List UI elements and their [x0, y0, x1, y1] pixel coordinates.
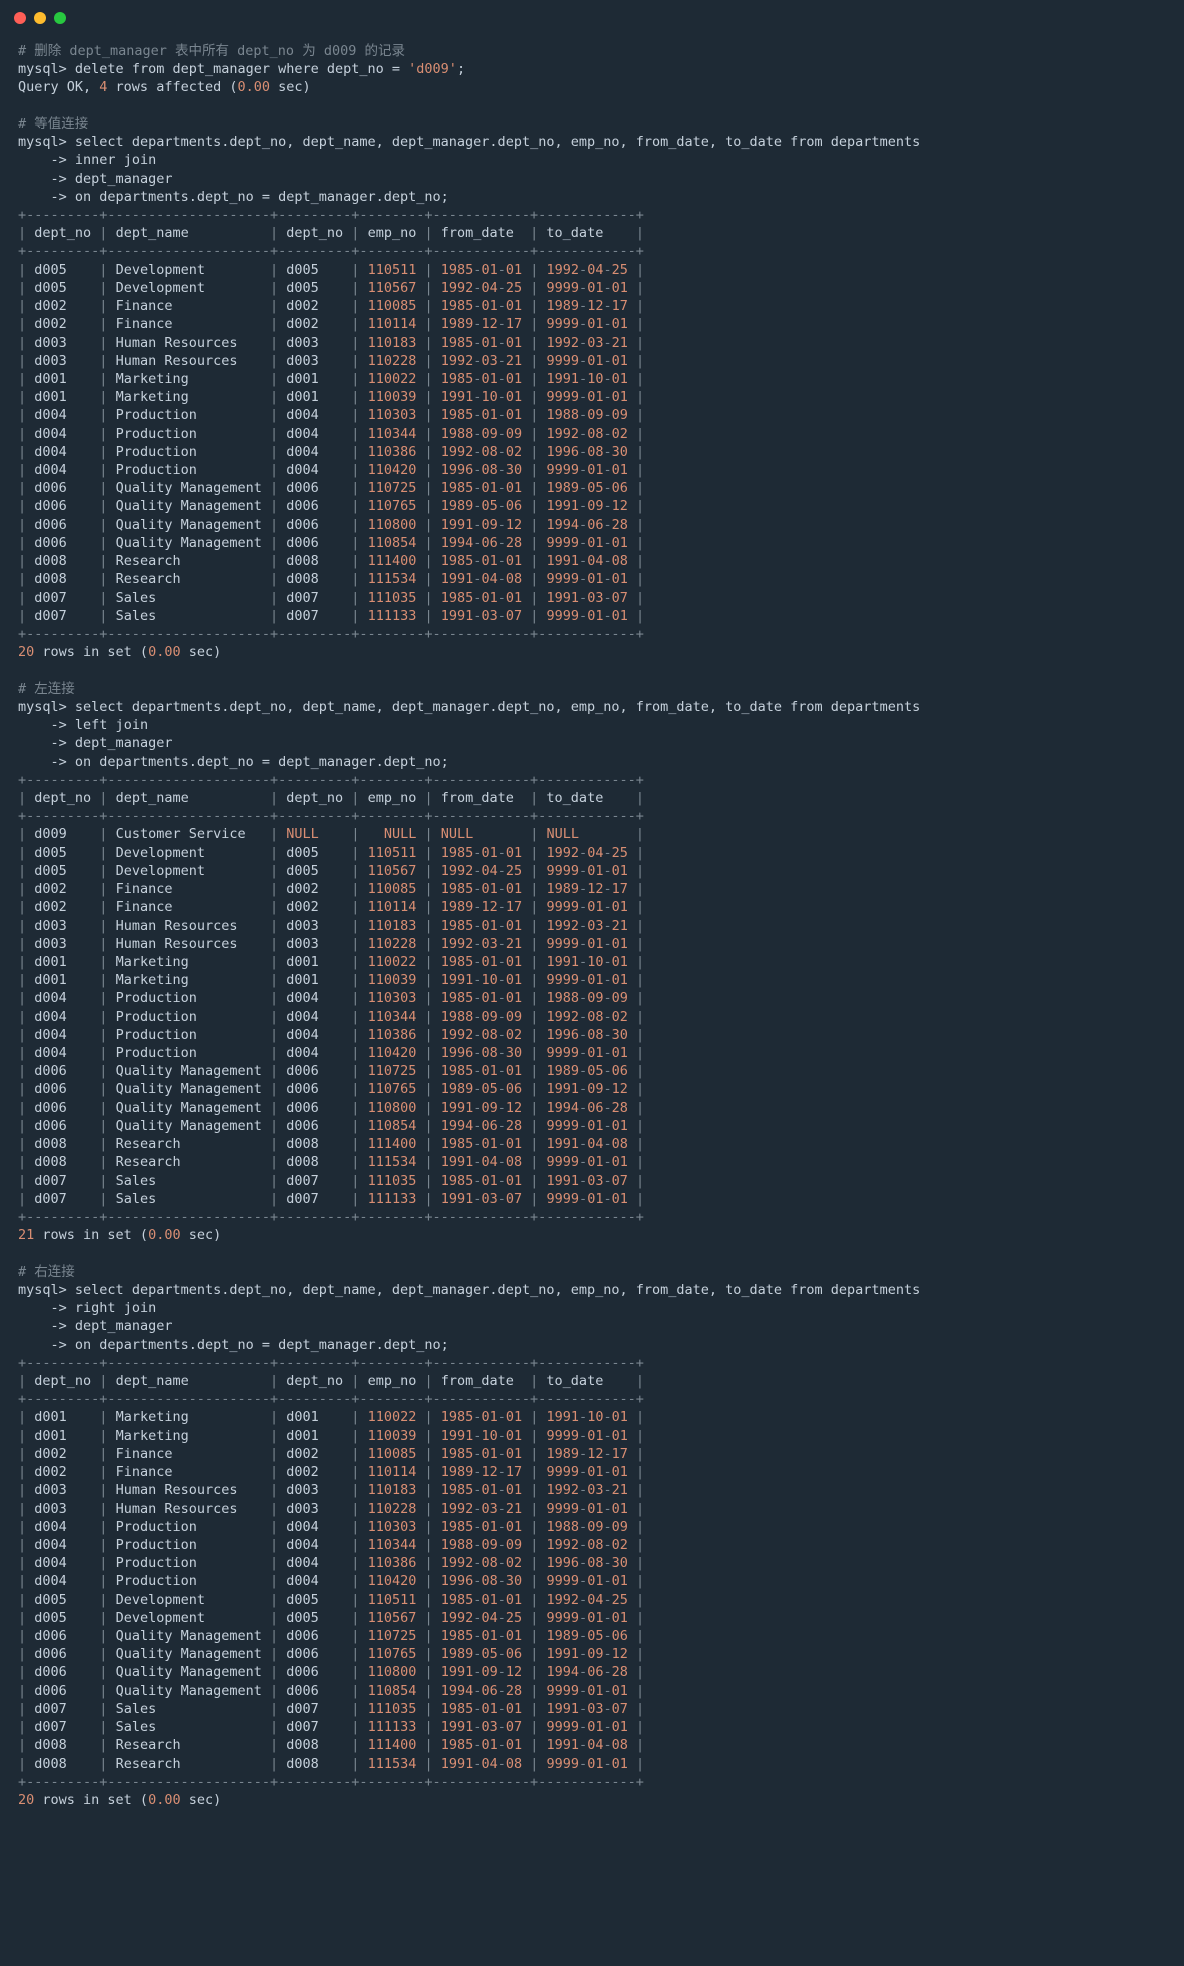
mysql-prompt: mysql> [18, 134, 67, 150]
mysql-prompt: mysql> [18, 1282, 67, 1298]
zoom-icon[interactable] [54, 12, 66, 24]
query-result: Query OK, [18, 79, 99, 95]
terminal-window: # 删除 dept_manager 表中所有 dept_no 为 d009 的记… [0, 0, 1184, 1966]
mysql-prompt: mysql> [18, 61, 67, 77]
mysql-prompt: mysql> [18, 699, 67, 715]
close-icon[interactable] [14, 12, 26, 24]
sql-comment: # 右连接 [18, 1264, 75, 1280]
terminal-output[interactable]: # 删除 dept_manager 表中所有 dept_no 为 d009 的记… [0, 34, 1184, 1829]
sql-comment: # 删除 dept_manager 表中所有 dept_no 为 d009 的记… [18, 43, 405, 59]
row-count: 20 rows in set (0.00 sec) [18, 1792, 221, 1808]
sql-comment: # 左连接 [18, 681, 75, 697]
sql-comment: # 等值连接 [18, 116, 88, 132]
window-titlebar [0, 0, 1184, 34]
minimize-icon[interactable] [34, 12, 46, 24]
row-count: 20 rows in set (0.00 sec) [18, 644, 221, 660]
row-count: 21 rows in set (0.00 sec) [18, 1227, 221, 1243]
